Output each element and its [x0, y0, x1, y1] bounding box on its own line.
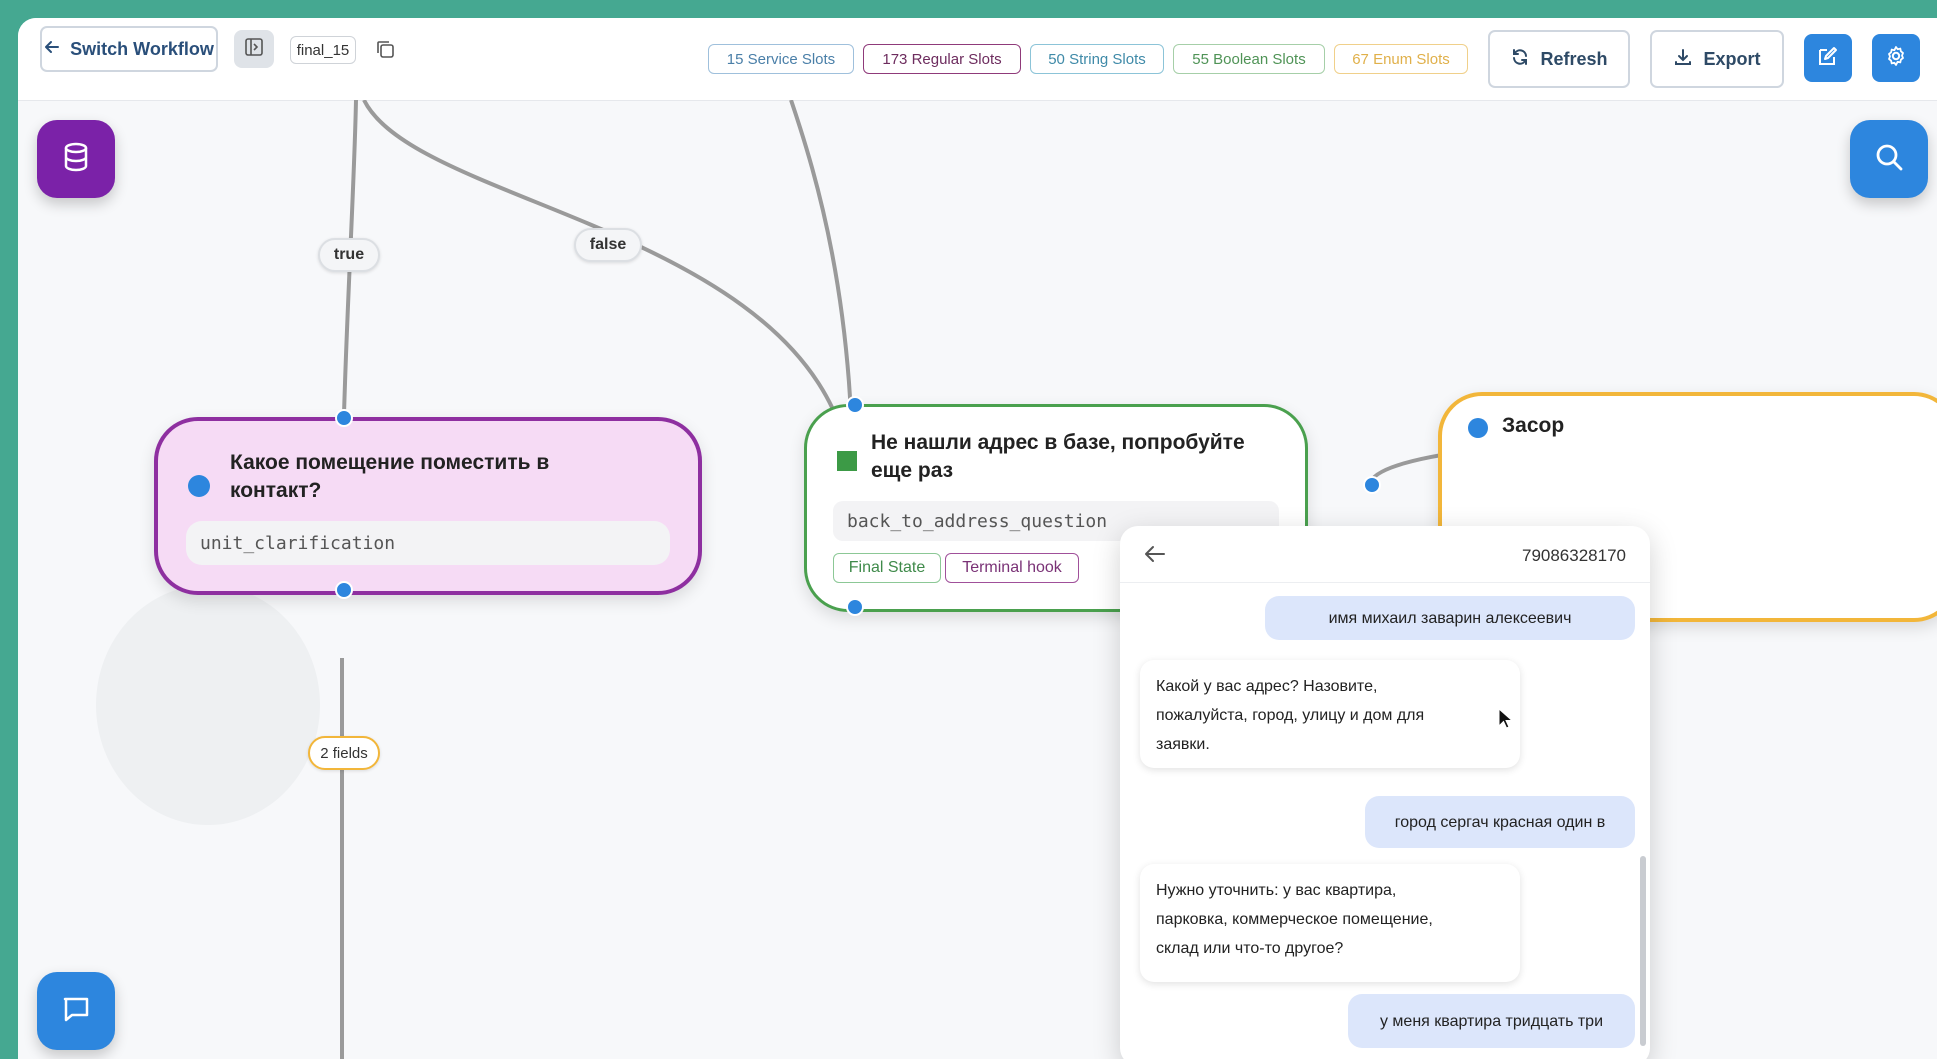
- node-status-dot: [188, 475, 210, 497]
- node-not-found-title-line1: Не нашли адрес в базе, попробуйте: [871, 431, 1245, 454]
- chat-message-bot-1: Какой у вас адрес? Назовите, пожалуйста,…: [1140, 660, 1520, 768]
- refresh-button[interactable]: Refresh: [1488, 30, 1630, 88]
- handle-not-found-bottom[interactable]: [846, 598, 864, 616]
- terminal-hook-tag: Terminal hook: [945, 553, 1079, 583]
- edge-label-true-text: true: [333, 246, 365, 263]
- chat-message-user-3: у меня квартира тридцать три: [1348, 994, 1635, 1048]
- edge-label-fields[interactable]: 2 fields: [308, 736, 380, 770]
- enum-slots-label: 67 Enum Slots: [1352, 50, 1450, 68]
- arrow-left-icon: [44, 39, 60, 60]
- chat-scrollbar[interactable]: [1640, 856, 1646, 1046]
- search-button[interactable]: [1850, 120, 1928, 198]
- export-button[interactable]: Export: [1650, 30, 1784, 88]
- service-slots-badge[interactable]: 15 Service Slots: [708, 44, 854, 74]
- chat-message-bot-2-line1: Нужно уточнить: у вас квартира,: [1156, 882, 1397, 899]
- chat-button[interactable]: [37, 972, 115, 1050]
- switch-workflow-label: Switch Workflow: [70, 38, 214, 59]
- final-state-tag-text: Final State: [848, 559, 926, 576]
- refresh-icon: [1510, 47, 1530, 72]
- chat-phone-number: 79086328170: [1521, 546, 1626, 565]
- database-icon: [59, 140, 93, 179]
- back-arrow-icon[interactable]: [1144, 544, 1166, 569]
- app-window: Switch Workflow final_15 15 Service Slot…: [18, 18, 1937, 1059]
- string-slots-label: 50 String Slots: [1048, 50, 1146, 68]
- boolean-slots-badge[interactable]: 55 Boolean Slots: [1173, 44, 1325, 74]
- edit-icon: [1816, 44, 1840, 73]
- enum-slots-badge[interactable]: 67 Enum Slots: [1334, 44, 1468, 74]
- regular-slots-badge[interactable]: 173 Regular Slots: [863, 44, 1021, 74]
- edge-label-fields-text: 2 fields: [320, 744, 368, 762]
- chat-message-user-2: город сергач красная один в: [1365, 796, 1635, 848]
- chat-icon: [59, 992, 93, 1031]
- chat-message-bot-1-line2: пожалуйста, город, улицу и дом для: [1156, 707, 1425, 724]
- chat-message-user-1: имя михаил заварин алексеевич: [1265, 596, 1635, 640]
- node-zasor-title: Засор: [1502, 414, 1565, 437]
- node-unit-clarification[interactable]: Какое помещение поместить в контакт? uni…: [154, 417, 702, 595]
- terminal-hook-tag-text: Terminal hook: [962, 559, 1062, 576]
- edge-label-false[interactable]: false: [574, 228, 642, 262]
- workflow-name: final_15: [296, 41, 350, 59]
- final-state-tag: Final State: [833, 553, 941, 583]
- handle-zasor-top[interactable]: [1363, 476, 1381, 494]
- boolean-slots-label: 55 Boolean Slots: [1192, 50, 1306, 68]
- settings-button[interactable]: [1872, 34, 1920, 82]
- mouse-cursor-icon: [1498, 707, 1514, 735]
- chat-header: 79086328170: [1120, 526, 1650, 583]
- gear-icon: [1884, 44, 1908, 73]
- chat-message-bot-2-line2: парковка, коммерческое помещение,: [1156, 911, 1433, 928]
- workflow-name-badge: final_15: [290, 36, 356, 64]
- string-slots-badge[interactable]: 50 String Slots: [1030, 44, 1164, 74]
- toolbar: Switch Workflow final_15 15 Service Slot…: [18, 18, 1937, 101]
- search-icon: [1872, 140, 1906, 179]
- node-unit-title-line2: контакт?: [230, 479, 322, 502]
- copy-icon[interactable]: [374, 38, 398, 62]
- chat-panel: 79086328170 имя михаил заварин алексееви…: [1120, 526, 1650, 1059]
- canvas-shadow: [96, 585, 320, 825]
- chat-message-bot-2: Нужно уточнить: у вас квартира, парковка…: [1140, 864, 1520, 982]
- edge-label-false-text: false: [589, 236, 627, 253]
- chat-message-bot-1-line3: заявки.: [1156, 736, 1210, 753]
- node-zasor-dot: [1468, 418, 1488, 438]
- node-unit-code: unit_clarification: [186, 521, 670, 565]
- toggle-sidebar-button[interactable]: [234, 30, 274, 68]
- regular-slots-label: 173 Regular Slots: [882, 50, 1002, 68]
- switch-workflow-button[interactable]: Switch Workflow: [40, 26, 218, 72]
- handle-unit-top[interactable]: [335, 409, 353, 427]
- chat-message-bot-1-line1: Какой у вас адрес? Назовите,: [1156, 678, 1378, 695]
- node-not-found-title-line2: еще раз: [871, 459, 954, 482]
- chat-message-bot-2-line3: склад или что-то другое?: [1156, 940, 1344, 957]
- export-label: Export: [1703, 48, 1761, 69]
- node-unit-title-line1: Какое помещение поместить в: [230, 451, 550, 474]
- node-status-square: [837, 451, 857, 471]
- download-icon: [1673, 47, 1693, 72]
- edit-button[interactable]: [1804, 34, 1852, 82]
- handle-not-found-top[interactable]: [846, 396, 864, 414]
- refresh-label: Refresh: [1540, 48, 1608, 69]
- database-button[interactable]: [37, 120, 115, 198]
- sidebar-toggle-icon: [244, 37, 264, 62]
- handle-unit-bottom[interactable]: [335, 581, 353, 599]
- service-slots-label: 15 Service Slots: [726, 50, 836, 68]
- edge-label-true[interactable]: true: [318, 238, 380, 272]
